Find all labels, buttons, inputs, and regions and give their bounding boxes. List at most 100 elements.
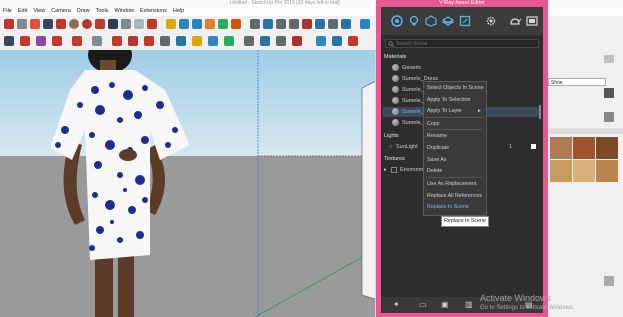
- material-swatch[interactable]: [596, 160, 618, 182]
- menu-save-as[interactable]: Save As: [427, 157, 446, 163]
- dock-scroll-icon[interactable]: [604, 276, 614, 286]
- menu-tools[interactable]: Tools: [93, 7, 112, 16]
- move-icon[interactable]: [112, 36, 122, 46]
- freehand-icon[interactable]: [17, 19, 27, 29]
- menu-edit[interactable]: Edit: [15, 7, 30, 16]
- menu-copy[interactable]: Copy: [427, 121, 439, 127]
- arc2-icon[interactable]: [72, 36, 82, 46]
- save-icon[interactable]: ▣: [441, 300, 449, 309]
- delete-icon[interactable]: ▥: [465, 300, 473, 309]
- 3dwarehouse-icon[interactable]: [360, 19, 370, 29]
- polygon-icon[interactable]: [56, 19, 66, 29]
- zoom2-icon[interactable]: [276, 36, 286, 46]
- menu-replace-in-scene[interactable]: Replace In Scene: [427, 204, 469, 210]
- material-item-generic[interactable]: Generic: [402, 65, 421, 71]
- pushpull-icon[interactable]: [108, 19, 118, 29]
- zoom-icon[interactable]: [276, 19, 286, 29]
- text2-icon[interactable]: [208, 36, 218, 46]
- sphere-icon[interactable]: [69, 19, 79, 29]
- material-swatch[interactable]: [596, 137, 618, 159]
- cone-icon[interactable]: [82, 19, 92, 29]
- circle-icon[interactable]: [43, 19, 53, 29]
- menu-apply-layer[interactable]: Apply To Layer: [427, 108, 462, 114]
- menu-window[interactable]: Window: [111, 7, 137, 16]
- material-preview-icon: [392, 97, 399, 104]
- dimension-icon[interactable]: [179, 19, 189, 29]
- menu-delete[interactable]: Delete: [427, 168, 442, 174]
- menu-use-as-replacement[interactable]: Use As Replacement: [427, 181, 476, 187]
- ruby-icon[interactable]: [348, 36, 358, 46]
- library-dropdown[interactable]: [548, 128, 623, 134]
- axes2-icon[interactable]: [224, 36, 234, 46]
- add-asset-icon[interactable]: ✦: [393, 300, 400, 309]
- menu-extensions[interactable]: Extensions: [137, 7, 170, 16]
- zoom-window-icon[interactable]: [289, 19, 299, 29]
- zoom-extents2-icon[interactable]: [292, 36, 302, 46]
- menu-replace-all-references[interactable]: Replace All References: [427, 193, 482, 199]
- paint-bucket-icon[interactable]: [36, 36, 46, 46]
- followme-icon[interactable]: [134, 19, 144, 29]
- pencil-icon[interactable]: [4, 19, 14, 29]
- protractor-icon[interactable]: [192, 19, 202, 29]
- material-swatch[interactable]: [573, 160, 595, 182]
- menu-draw[interactable]: Draw: [74, 7, 93, 16]
- light-item-sunlight[interactable]: SunLight: [396, 144, 418, 150]
- create-material-icon[interactable]: [604, 88, 614, 98]
- menu-select-objects[interactable]: Select Objects In Scene: [427, 85, 484, 91]
- eraser-icon[interactable]: [20, 36, 30, 46]
- pan-icon[interactable]: [263, 19, 273, 29]
- menu-view[interactable]: View: [30, 7, 48, 16]
- tape-icon[interactable]: [166, 19, 176, 29]
- scrollbar-thumb[interactable]: [539, 105, 541, 119]
- warehouse2-icon[interactable]: [316, 36, 326, 46]
- rectangle-icon[interactable]: [30, 19, 40, 29]
- menu-camera[interactable]: Camera: [48, 7, 74, 16]
- material-swatch[interactable]: [550, 137, 572, 159]
- light-enable-checkbox[interactable]: [531, 144, 536, 149]
- menu-apply-selection[interactable]: Apply To Selection: [427, 97, 470, 103]
- textures-icon[interactable]: [442, 15, 454, 27]
- menu-duplicate[interactable]: Duplicate: [427, 145, 449, 151]
- section-icon[interactable]: [341, 19, 351, 29]
- menu-rename[interactable]: Rename: [427, 133, 447, 139]
- model-figure[interactable]: [0, 50, 375, 317]
- shape-icon[interactable]: [92, 36, 102, 46]
- 3dtext-icon[interactable]: [231, 19, 241, 29]
- zoom-extents-icon[interactable]: [302, 19, 312, 29]
- menu-file[interactable]: File: [0, 7, 15, 16]
- tape2-icon[interactable]: [192, 36, 202, 46]
- geometry-icon[interactable]: [425, 15, 437, 27]
- materials-icon[interactable]: [391, 15, 403, 27]
- expand-arrow-icon[interactable]: ▸: [384, 167, 387, 173]
- render-elements-icon[interactable]: [459, 15, 471, 27]
- select-arrow-icon[interactable]: [4, 36, 14, 46]
- menu-help[interactable]: Help: [170, 7, 187, 16]
- arc-icon[interactable]: [95, 19, 105, 29]
- material-swatch[interactable]: [573, 137, 595, 159]
- extension-icon[interactable]: [332, 36, 342, 46]
- text-icon[interactable]: [205, 19, 215, 29]
- dock-close-icon[interactable]: [604, 55, 614, 63]
- teapot-render-icon[interactable]: [509, 15, 521, 27]
- frame-buffer-icon[interactable]: [526, 15, 538, 27]
- rotate-icon[interactable]: [128, 36, 138, 46]
- lights-icon[interactable]: [408, 15, 420, 27]
- line-icon[interactable]: [52, 36, 62, 46]
- orbit-icon[interactable]: [250, 19, 260, 29]
- follow-icon[interactable]: [144, 36, 154, 46]
- scale2-icon[interactable]: [160, 36, 170, 46]
- settings-gear-icon[interactable]: [485, 15, 497, 27]
- material-name-field[interactable]: Shoe: [548, 78, 606, 86]
- offset2-icon[interactable]: [176, 36, 186, 46]
- offset-icon[interactable]: [121, 19, 131, 29]
- open-file-icon[interactable]: ▭: [419, 300, 427, 309]
- sample-paint-icon[interactable]: [604, 112, 614, 122]
- material-swatch[interactable]: [550, 160, 572, 182]
- walk-icon[interactable]: [315, 19, 325, 29]
- scale-icon[interactable]: [147, 19, 157, 29]
- search-input[interactable]: Search Scene: [385, 39, 539, 48]
- lookaround-icon[interactable]: [328, 19, 338, 29]
- orbit2-icon[interactable]: [244, 36, 254, 46]
- axes-icon[interactable]: [218, 19, 228, 29]
- pan2-icon[interactable]: [260, 36, 270, 46]
